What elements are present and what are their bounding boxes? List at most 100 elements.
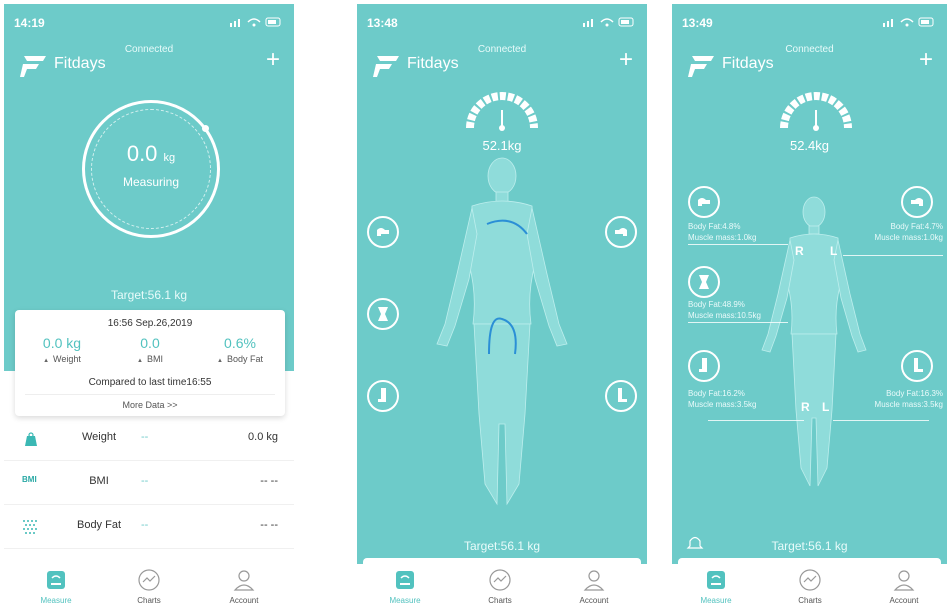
tab-measure[interactable]: Measure — [365, 568, 445, 605]
left-side-marker: L — [830, 244, 838, 258]
trunk-stats: Body Fat:48.9% Muscle mass:10.5kg — [688, 299, 761, 321]
connector-line — [833, 420, 929, 421]
stat-label: Body Fat — [226, 354, 263, 364]
measuring-status: Measuring — [122, 175, 180, 189]
stat-label: Weight — [53, 354, 81, 364]
tab-charts[interactable]: Charts — [109, 568, 189, 605]
comparison-text: Compared to last time16:55 — [88, 377, 212, 388]
charts-icon — [489, 569, 511, 591]
left-leg-button[interactable] — [605, 380, 637, 412]
weight-icon — [22, 431, 40, 447]
leg-icon — [618, 388, 627, 402]
body-figure-icon — [436, 157, 568, 506]
tab-account[interactable]: Account — [864, 568, 944, 605]
right-arm-fat: Body Fat:4.8% — [688, 222, 741, 231]
tab-label: Charts — [798, 596, 822, 605]
stat-value: 0.0 — [140, 335, 160, 351]
right-leg-button[interactable] — [367, 380, 399, 412]
right-leg-button[interactable] — [688, 350, 720, 382]
leg-icon — [699, 358, 707, 372]
tab-charts[interactable]: Charts — [770, 568, 850, 605]
weight-value: 52.4kg — [789, 138, 830, 153]
tab-label: Measure — [389, 596, 421, 605]
left-leg-fat: Body Fat:16.3% — [886, 389, 943, 398]
ring-dashed-track — [91, 109, 211, 229]
trunk-button[interactable] — [367, 298, 399, 330]
right-arm-button[interactable] — [367, 216, 399, 248]
metric-row-bmi[interactable]: BMI BMI -- -- -- — [4, 461, 294, 505]
connector-line — [688, 322, 788, 323]
right-side-marker: R — [795, 244, 804, 258]
fitdays-logo-icon — [20, 56, 46, 77]
target-weight: Target:56.1 kg — [110, 288, 188, 302]
phone-screen-segment-analysis: 13:49 Connected Fitdays + 52.4kg Body Fa… — [672, 4, 947, 610]
stat-bmi: 0.0 ▲ BMI — [105, 335, 195, 364]
trunk-button[interactable] — [688, 266, 720, 298]
status-time: 13:49 — [682, 16, 713, 30]
phone-screen-body-map: 13:48 Connected Fitdays + 52.1kg Target:… — [357, 4, 647, 610]
app-name: Fitdays — [54, 55, 106, 72]
tab-account[interactable]: Account — [554, 568, 634, 605]
metric-trend: -- — [141, 519, 149, 531]
tab-measure[interactable]: Measure — [676, 568, 756, 605]
left-leg-button[interactable] — [901, 350, 933, 382]
right-side-marker: R — [801, 400, 810, 414]
trunk-fat: Body Fat:48.9% — [688, 300, 745, 309]
stat-value: 0.6% — [224, 335, 256, 351]
metric-name: BMI — [89, 475, 109, 487]
right-leg-fat: Body Fat:16.2% — [688, 389, 745, 398]
weight-unit: kg — [163, 152, 176, 164]
tab-label: Measure — [700, 596, 732, 605]
right-arm-button[interactable] — [688, 186, 720, 218]
charts-icon — [799, 569, 821, 591]
left-leg-stats: Body Fat:16.3% Muscle mass:3.5kg — [875, 388, 943, 410]
tab-label: Account — [229, 596, 259, 605]
add-button[interactable]: + — [619, 48, 633, 72]
measuring-ring: 0.0 kg Measuring — [82, 100, 220, 238]
status-bar: 13:49 — [672, 4, 947, 34]
left-arm-fat: Body Fat:4.7% — [890, 222, 943, 231]
arm-icon — [911, 198, 923, 206]
status-bar: 13:48 — [357, 4, 647, 34]
status-time: 14:19 — [14, 16, 45, 30]
tab-charts[interactable]: Charts — [460, 568, 540, 605]
connector-line — [688, 244, 788, 245]
scale-icon — [47, 571, 65, 589]
bmi-icon: BMI — [22, 475, 37, 484]
metric-value: -- -- — [260, 519, 278, 531]
tab-label: Measure — [40, 596, 72, 605]
fitdays-logo-icon — [688, 56, 714, 77]
tab-account[interactable]: Account — [204, 568, 284, 605]
tab-bar: Measure Charts Account — [672, 564, 947, 610]
add-button[interactable]: + — [919, 48, 933, 72]
metric-value: 0.0 kg — [248, 431, 278, 443]
phone-screen-measure: 14:19 Connected Fitdays + 0.0 kg Measuri… — [4, 4, 294, 610]
left-leg-muscle: Muscle mass:3.5kg — [874, 400, 943, 409]
metric-row-body-fat[interactable]: Body Fat -- -- -- — [4, 505, 294, 549]
metric-value: -- -- — [260, 475, 278, 487]
weight-value: 52.1kg — [482, 138, 522, 153]
metric-trend: -- — [141, 431, 149, 443]
right-leg-muscle: Muscle mass:3.5kg — [688, 400, 757, 409]
app-name: Fitdays — [722, 55, 774, 72]
account-icon — [893, 570, 915, 591]
metric-trend: -- — [141, 475, 149, 487]
left-arm-muscle: Muscle mass:1.0kg — [874, 233, 943, 242]
target-weight: Target:56.1 kg — [463, 539, 541, 553]
add-button[interactable]: + — [266, 48, 280, 72]
left-arm-button[interactable] — [605, 216, 637, 248]
triangle-up-icon: ▲ — [137, 358, 143, 364]
triangle-up-icon: ▲ — [43, 358, 50, 364]
left-arm-button[interactable] — [901, 186, 933, 218]
tab-label: Account — [579, 596, 609, 605]
gauge-icon — [466, 92, 538, 131]
tab-bar: Measure Charts Account — [4, 564, 294, 610]
more-data-link[interactable]: More Data >> — [15, 400, 285, 410]
metric-name: Body Fat — [76, 519, 122, 531]
metric-row-weight[interactable]: Weight -- 0.0 kg — [4, 417, 294, 461]
tab-label: Account — [889, 596, 919, 605]
body-figure-icon — [761, 196, 867, 487]
last-measurement-card: 16:56 Sep.26,2019 0.0 kg ▲ Weight 0.0 ▲ BM… — [15, 310, 285, 416]
metric-name: Weight — [81, 431, 117, 443]
tab-measure[interactable]: Measure — [16, 568, 96, 605]
